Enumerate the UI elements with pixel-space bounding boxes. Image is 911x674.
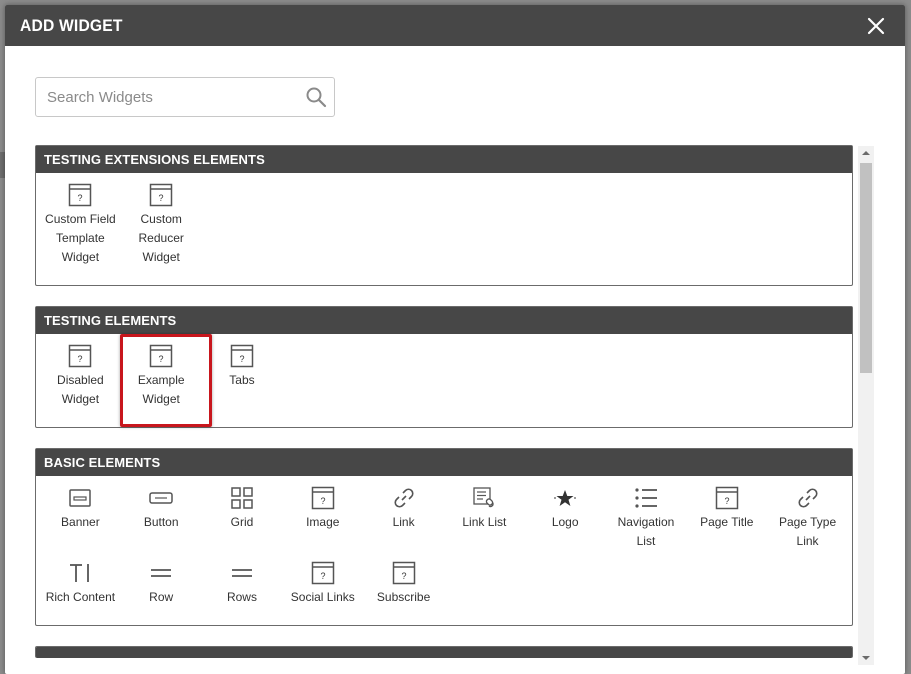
unknown-widget-icon: ?: [714, 485, 740, 511]
unknown-widget-icon: ?: [391, 560, 417, 586]
widget-tile-page-title[interactable]: ? Page Title: [686, 484, 767, 551]
widget-label: Grid: [230, 515, 254, 529]
unknown-widget-icon: ?: [148, 182, 174, 208]
widget-label: Image: [306, 515, 340, 529]
modal-title: ADD WIDGET: [20, 15, 123, 35]
widget-tile-example-widget[interactable]: ? Example Widget: [119, 334, 212, 427]
widget-label: Rows: [226, 590, 257, 604]
section-title: TESTING ELEMENTS: [36, 307, 852, 334]
widget-label: Rich Content: [45, 590, 116, 604]
widget-tile-image[interactable]: ? Image: [282, 484, 363, 551]
widget-tile-custom-reducer-widget[interactable]: ? Custom Reducer Widget: [121, 181, 202, 267]
grid-icon: [229, 485, 255, 511]
svg-text:?: ?: [78, 354, 83, 364]
widget-tile-custom-field-template-widget[interactable]: ? Custom Field Template Widget: [40, 181, 121, 267]
svg-text:?: ?: [159, 354, 164, 364]
widget-tile-subscribe[interactable]: ? Subscribe: [363, 559, 444, 607]
search-button[interactable]: [298, 79, 334, 115]
widget-tile-navigation-list[interactable]: Navigation List: [606, 484, 687, 551]
navigation-list-icon: [633, 485, 659, 511]
close-icon: [867, 17, 885, 34]
widget-label: Page Type Link: [778, 515, 837, 548]
row-icon: [148, 560, 174, 586]
link-icon: [391, 485, 417, 511]
widget-label: Button: [143, 515, 179, 529]
link-icon: [795, 485, 821, 511]
widget-label: Logo: [551, 515, 579, 529]
widget-tiles: ? Custom Field Template Widget? Custom Red…: [36, 173, 852, 285]
scrollbar[interactable]: [858, 146, 874, 665]
scroll-up-arrow[interactable]: [858, 146, 874, 160]
unknown-widget-icon: ?: [148, 343, 174, 369]
widget-label: Page Title: [700, 515, 754, 529]
scroll-thumb[interactable]: [860, 163, 872, 373]
section-title: BASIC ELEMENTS: [36, 449, 852, 476]
logo-star-icon: [552, 485, 578, 511]
svg-text:?: ?: [401, 571, 406, 581]
widget-label: Disabled Widget: [57, 373, 104, 406]
unknown-widget-icon: ?: [67, 343, 93, 369]
scroll-down-arrow[interactable]: [858, 651, 874, 665]
widget-label: Link: [392, 515, 415, 529]
widget-tile-link-list[interactable]: Link List: [444, 484, 525, 551]
link-list-icon: [471, 485, 497, 511]
widget-tile-page-type-link[interactable]: Page Type Link: [767, 484, 848, 551]
svg-text:?: ?: [78, 193, 83, 203]
section-testing-extensions-elements: TESTING EXTENSIONS ELEMENTS? Custom Field…: [35, 145, 853, 286]
widget-tile-link[interactable]: Link: [363, 484, 444, 551]
widget-label: Example Widget: [137, 373, 185, 406]
search-icon: [306, 87, 327, 108]
svg-text:?: ?: [724, 496, 729, 506]
widget-tile-rows[interactable]: Rows: [202, 559, 283, 607]
next-section-partial: [35, 646, 853, 658]
svg-text:?: ?: [159, 193, 164, 203]
svg-text:?: ?: [320, 496, 325, 506]
widget-tile-disabled-widget[interactable]: ? Disabled Widget: [40, 342, 121, 409]
widget-label: Row: [149, 590, 174, 604]
section-testing-elements: TESTING ELEMENTS? Disabled Widget? Example…: [35, 306, 853, 428]
widget-tile-social-links[interactable]: ? Social Links: [282, 559, 363, 607]
widget-label: Social Links: [290, 590, 355, 604]
widget-label: Tabs: [229, 373, 255, 387]
widget-label: Custom Reducer Widget: [138, 212, 184, 264]
widget-tile-rich-content[interactable]: Rich Content: [40, 559, 121, 607]
svg-text:?: ?: [239, 354, 244, 364]
widget-label: Link List: [462, 515, 507, 529]
unknown-widget-icon: ?: [310, 485, 336, 511]
widget-tile-row[interactable]: Row: [121, 559, 202, 607]
unknown-widget-icon: ?: [310, 560, 336, 586]
unknown-widget-icon: ?: [67, 182, 93, 208]
add-widget-modal: ADD WIDGET TESTING EXTENSIONS ELEMENTS? C…: [5, 5, 905, 674]
widget-tile-tabs[interactable]: ? Tabs: [202, 342, 283, 409]
section-basic-elements: BASIC ELEMENTS Banner Button Grid? Image Link…: [35, 448, 853, 626]
widget-tiles: Banner Button Grid? Image Link Link List Logo N…: [36, 476, 852, 625]
close-button[interactable]: [862, 12, 890, 40]
button-icon: [148, 485, 174, 511]
widget-list: TESTING EXTENSIONS ELEMENTS? Custom Field…: [35, 145, 853, 669]
widget-label: Subscribe: [376, 590, 431, 604]
widget-tile-button[interactable]: Button: [121, 484, 202, 551]
widget-tile-logo[interactable]: Logo: [525, 484, 606, 551]
widget-label: Banner: [61, 515, 100, 529]
banner-icon: [67, 485, 93, 511]
widget-tile-banner[interactable]: Banner: [40, 484, 121, 551]
section-title: TESTING EXTENSIONS ELEMENTS: [36, 146, 852, 173]
svg-text:?: ?: [320, 571, 325, 581]
widget-tiles: ? Disabled Widget? Example Widget? Tabs: [36, 334, 852, 427]
widget-label: Custom Field Template Widget: [45, 212, 116, 264]
rows-icon: [229, 560, 255, 586]
widget-label: Navigation List: [617, 515, 675, 548]
unknown-widget-icon: ?: [229, 343, 255, 369]
search-input[interactable]: [36, 78, 298, 116]
rich-content-icon: [67, 560, 93, 586]
widget-tile-grid[interactable]: Grid: [202, 484, 283, 551]
modal-header: ADD WIDGET: [5, 5, 905, 46]
search-box: [35, 77, 335, 117]
